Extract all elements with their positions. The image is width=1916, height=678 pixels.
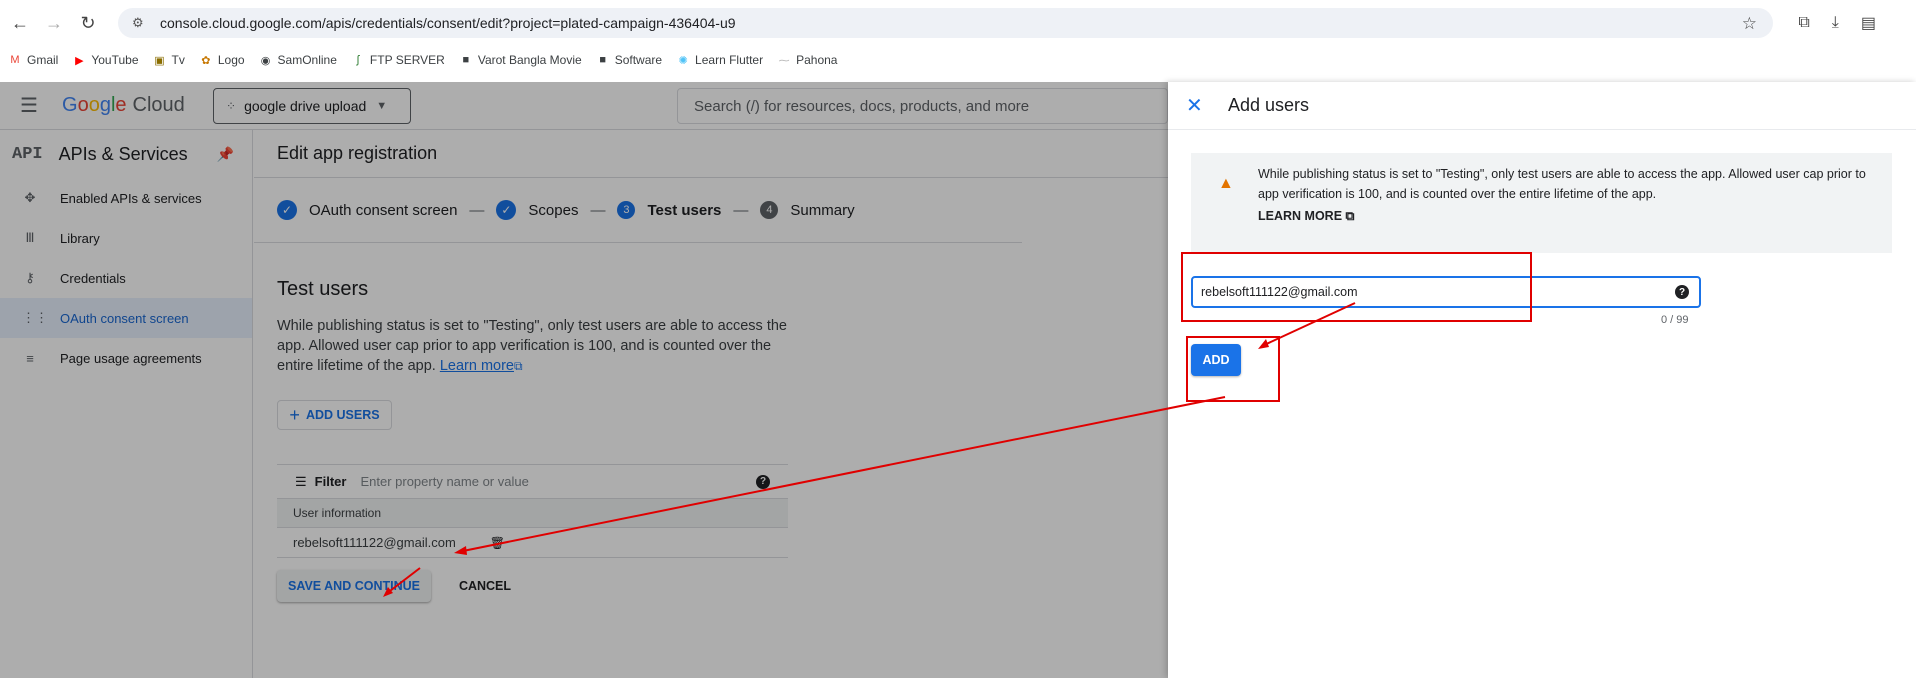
learn-more-link[interactable]: LEARN MORE ⧉ xyxy=(1258,209,1354,224)
external-link-icon: ⧉ xyxy=(1345,209,1355,223)
bookmark-label: YouTube xyxy=(91,53,139,67)
extensions-icon[interactable]: ⧉ xyxy=(1798,14,1809,32)
email-value: rebelsoft111122@gmail.com xyxy=(1201,285,1358,299)
add-users-panel: ✕ Add users ▲ While publishing status is… xyxy=(1168,82,1916,678)
bookmark-logo[interactable]: ✿ Logo xyxy=(199,53,245,67)
bookmark-star-icon[interactable]: ☆ xyxy=(1742,14,1757,34)
folder-icon: ■ xyxy=(462,54,470,66)
bookmark-label: Logo xyxy=(217,53,245,67)
back-arrow-icon[interactable]: ← xyxy=(6,9,34,37)
close-icon[interactable]: ✕ xyxy=(1186,93,1210,118)
modal-scrim[interactable] xyxy=(0,82,1168,678)
bookmark-label: Varot Bangla Movie xyxy=(477,53,582,67)
bookmark-samonline[interactable]: ◉ SamOnline xyxy=(259,53,337,67)
bookmark-label: Learn Flutter xyxy=(695,53,764,67)
flutter-icon: ✺ xyxy=(678,54,688,67)
cloud-console-page: ☰ Google Cloud ⁘ google drive upload ▼ Se… xyxy=(0,82,1916,678)
bookmark-software[interactable]: ■ Software xyxy=(596,53,662,67)
bookmark-label: Pahona xyxy=(796,53,838,67)
tv-icon: ▣ xyxy=(154,54,165,67)
character-counter: 0 / 99 xyxy=(1661,314,1689,326)
bookmark-youtube[interactable]: ▶ YouTube xyxy=(72,53,138,67)
site-info-icon[interactable]: ⚙ xyxy=(132,15,148,31)
testing-status-alert: ▲ While publishing status is set to "Tes… xyxy=(1191,153,1892,253)
url-text: console.cloud.google.com/apis/credential… xyxy=(160,15,736,31)
globe-icon: ◉ xyxy=(260,54,271,67)
profile-icon[interactable]: ▤ xyxy=(1861,13,1876,33)
email-field[interactable]: rebelsoft111122@gmail.com ? xyxy=(1191,276,1701,308)
bookmark-pahona[interactable]: ⁓ Pahona xyxy=(777,53,838,67)
learn-more-label: LEARN MORE xyxy=(1258,209,1343,223)
youtube-icon: ▶ xyxy=(75,54,84,67)
reload-icon[interactable]: ↻ xyxy=(74,9,102,37)
bookmarks-bar: M Gmail ▶ YouTube ▣ Tv ✿ Logo ◉ SamOnline ʃ FT… xyxy=(0,48,1916,72)
bookmark-gmail[interactable]: M Gmail xyxy=(8,53,58,67)
bookmark-label: FTP SERVER xyxy=(369,53,445,67)
help-icon[interactable]: ? xyxy=(1675,285,1689,299)
add-button[interactable]: ADD xyxy=(1191,344,1241,376)
download-icon[interactable]: ⤓ xyxy=(1832,14,1839,32)
bookmark-label: Software xyxy=(614,53,663,67)
bookmark-label: SamOnline xyxy=(277,53,337,67)
folder-icon: ■ xyxy=(599,54,607,66)
bookmark-learn-flutter[interactable]: ✺ Learn Flutter xyxy=(676,53,763,67)
bookmark-varot-bangla-movie[interactable]: ■ Varot Bangla Movie xyxy=(459,53,582,67)
forward-arrow-icon[interactable]: → xyxy=(40,9,68,37)
address-bar[interactable]: ⚙ console.cloud.google.com/apis/credenti… xyxy=(118,8,1773,38)
panel-header: ✕ Add users xyxy=(1168,82,1916,130)
bookmark-label: Gmail xyxy=(27,53,59,67)
ftp-icon: ʃ xyxy=(356,54,360,66)
logo-icon: ✿ xyxy=(201,54,211,67)
browser-actions: ⧉ ⤓ ▤ xyxy=(1798,8,1916,38)
bookmark-ftp-server[interactable]: ʃ FTP SERVER xyxy=(351,53,445,67)
browser-chrome: ← → ↻ ⚙ console.cloud.google.com/apis/cr… xyxy=(0,0,1916,82)
alert-text: While publishing status is set to "Testi… xyxy=(1258,167,1866,201)
bookmark-tv[interactable]: ▣ Tv xyxy=(153,53,185,67)
panel-title: Add users xyxy=(1228,95,1310,115)
gmail-icon: M xyxy=(10,54,20,66)
bookmark-label: Tv xyxy=(171,53,185,67)
pahona-icon: ⁓ xyxy=(778,54,790,67)
warning-icon: ▲ xyxy=(1218,175,1234,192)
